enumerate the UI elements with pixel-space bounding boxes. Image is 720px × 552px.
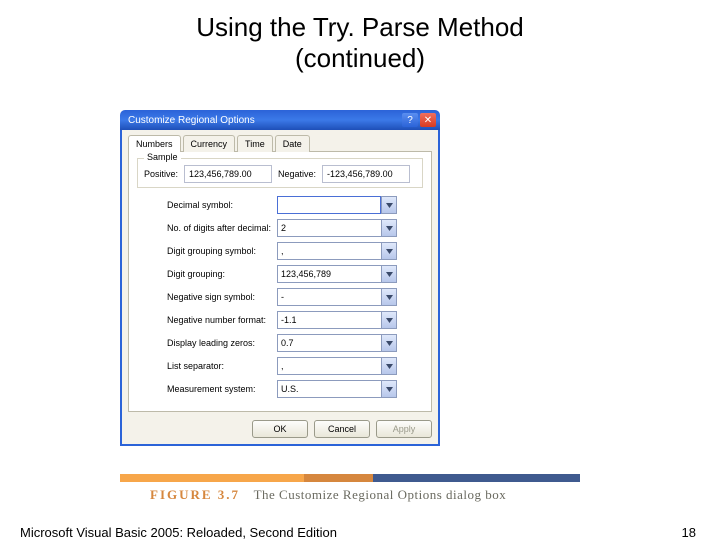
leading-zeros-combo[interactable]: 0.7 — [277, 334, 397, 352]
figure-caption: FIGURE 3.7 The Customize Regional Option… — [150, 487, 506, 503]
tab-time[interactable]: Time — [237, 135, 273, 152]
digits-after-label: No. of digits after decimal: — [167, 223, 277, 233]
slide-title: Using the Try. Parse Method (continued) — [0, 12, 720, 74]
decimal-symbol-label: Decimal symbol: — [167, 200, 277, 210]
neg-sign-combo[interactable]: - — [277, 288, 397, 306]
dialog-button-row: OK Cancel Apply — [128, 420, 432, 438]
neg-format-value[interactable]: -1.1 — [277, 311, 381, 329]
page-number: 18 — [682, 525, 696, 540]
decimal-symbol-combo[interactable] — [277, 196, 397, 214]
tab-strip: Numbers Currency Time Date — [128, 134, 432, 151]
chevron-down-icon[interactable] — [381, 380, 397, 398]
chevron-down-icon[interactable] — [381, 265, 397, 283]
cancel-button[interactable]: Cancel — [314, 420, 370, 438]
digits-after-value[interactable]: 2 — [277, 219, 381, 237]
decimal-symbol-value[interactable] — [277, 196, 381, 214]
grouping-symbol-combo[interactable]: , — [277, 242, 397, 260]
digit-grouping-combo[interactable]: 123,456,789 — [277, 265, 397, 283]
chevron-down-icon[interactable] — [381, 196, 397, 214]
list-sep-label: List separator: — [167, 361, 277, 371]
dialog-title: Customize Regional Options — [128, 115, 255, 126]
negative-value: -123,456,789.00 — [322, 165, 410, 183]
customize-regional-options-dialog: Customize Regional Options ? ✕ Numbers C… — [120, 110, 440, 446]
sample-legend: Sample — [144, 152, 181, 162]
slide-title-line2: (continued) — [295, 43, 425, 73]
positive-label: Positive: — [144, 169, 178, 179]
measurement-value[interactable]: U.S. — [277, 380, 381, 398]
measurement-label: Measurement system: — [167, 384, 277, 394]
chevron-down-icon[interactable] — [381, 334, 397, 352]
neg-sign-value[interactable]: - — [277, 288, 381, 306]
list-sep-value[interactable]: , — [277, 357, 381, 375]
negative-label: Negative: — [278, 169, 316, 179]
help-icon[interactable]: ? — [402, 113, 418, 127]
decorative-bar — [120, 474, 580, 482]
figure-text: The Customize Regional Options dialog bo… — [254, 487, 507, 502]
chevron-down-icon[interactable] — [381, 288, 397, 306]
grouping-symbol-label: Digit grouping symbol: — [167, 246, 277, 256]
tab-date[interactable]: Date — [275, 135, 310, 152]
figure-number: FIGURE 3.7 — [150, 487, 240, 502]
list-sep-combo[interactable]: , — [277, 357, 397, 375]
sample-group: Sample Positive: 123,456,789.00 Negative… — [137, 158, 423, 188]
leading-zeros-label: Display leading zeros: — [167, 338, 277, 348]
digit-grouping-label: Digit grouping: — [167, 269, 277, 279]
neg-format-combo[interactable]: -1.1 — [277, 311, 397, 329]
neg-sign-label: Negative sign symbol: — [167, 292, 277, 302]
tab-currency[interactable]: Currency — [183, 135, 236, 152]
grouping-symbol-value[interactable]: , — [277, 242, 381, 260]
ok-button[interactable]: OK — [252, 420, 308, 438]
positive-value: 123,456,789.00 — [184, 165, 272, 183]
digit-grouping-value[interactable]: 123,456,789 — [277, 265, 381, 283]
apply-button[interactable]: Apply — [376, 420, 432, 438]
dialog-body: Numbers Currency Time Date Sample Positi… — [120, 130, 440, 446]
chevron-down-icon[interactable] — [381, 242, 397, 260]
neg-format-label: Negative number format: — [167, 315, 277, 325]
footer-left: Microsoft Visual Basic 2005: Reloaded, S… — [20, 525, 337, 540]
tab-content-numbers: Sample Positive: 123,456,789.00 Negative… — [128, 151, 432, 412]
digits-after-combo[interactable]: 2 — [277, 219, 397, 237]
close-icon[interactable]: ✕ — [420, 113, 436, 127]
dialog-titlebar: Customize Regional Options ? ✕ — [120, 110, 440, 130]
chevron-down-icon[interactable] — [381, 357, 397, 375]
number-fields: Decimal symbol: No. of digits after deci… — [137, 196, 423, 398]
chevron-down-icon[interactable] — [381, 311, 397, 329]
chevron-down-icon[interactable] — [381, 219, 397, 237]
leading-zeros-value[interactable]: 0.7 — [277, 334, 381, 352]
tab-numbers[interactable]: Numbers — [128, 135, 181, 152]
measurement-combo[interactable]: U.S. — [277, 380, 397, 398]
slide-title-line1: Using the Try. Parse Method — [196, 12, 524, 42]
